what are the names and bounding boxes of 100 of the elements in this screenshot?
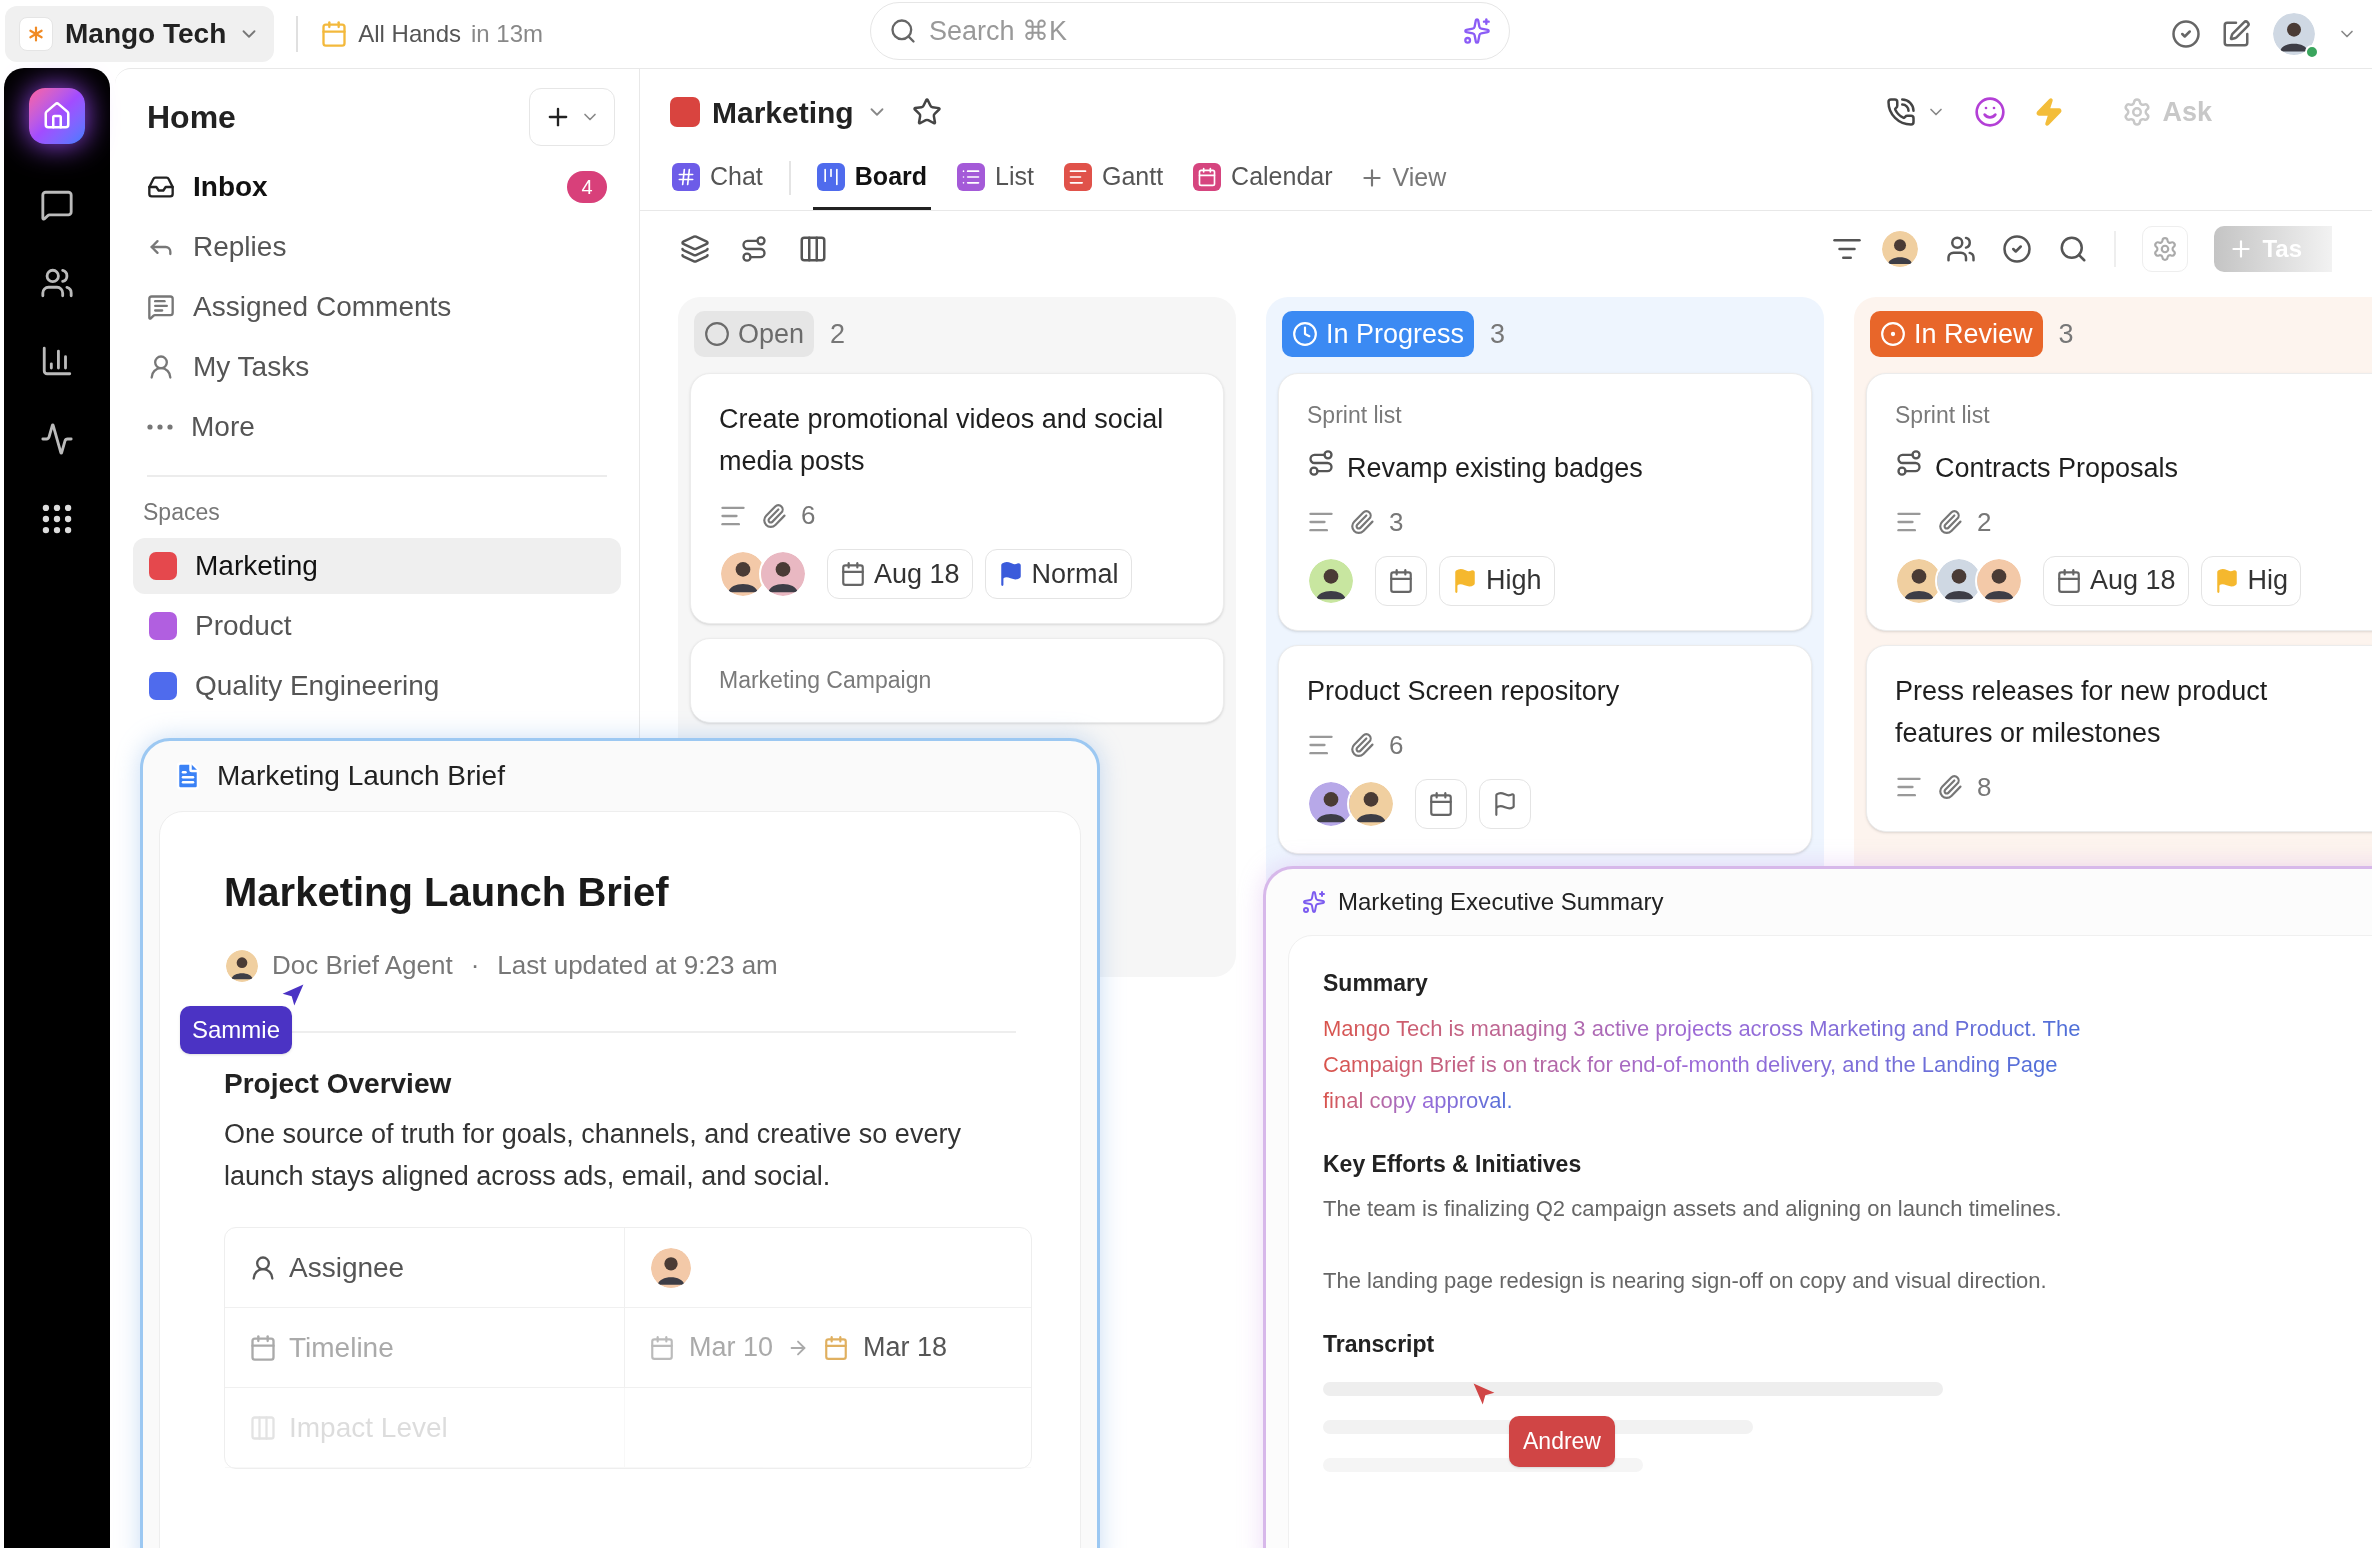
columns-icon[interactable] [798,234,828,264]
space-item[interactable]: Product [133,597,621,654]
space-item[interactable]: Marketing [133,537,621,594]
attachment-count: 6 [1389,728,1404,762]
date-chip[interactable]: Aug 18 [2043,555,2189,606]
add-view-button[interactable]: View [1358,146,1447,210]
attachment-count: 8 [1977,770,1992,804]
event-time: in 13m [471,19,544,49]
subtask-icon [1307,448,1335,477]
priority-chip[interactable] [1479,778,1531,829]
status-icon [1880,321,1906,347]
priority-chip[interactable]: High [1439,555,1555,606]
panel-title: Marketing Launch Brief [217,759,505,793]
task-card[interactable]: Press releases for new product features or milestones 8 [1866,644,2372,832]
calendar-icon [249,1333,277,1362]
date-chip[interactable] [1415,778,1467,829]
people-icon[interactable] [1946,234,1977,264]
search-icon[interactable] [2058,234,2089,264]
gear-icon [2122,97,2153,127]
space-item[interactable]: Quality Engineering [133,657,621,714]
task-card[interactable]: Marketing Campaign [690,638,1224,723]
sidebar-item[interactable]: More [133,397,621,457]
subtask-icon[interactable] [740,235,768,263]
event-title: All Hands [358,19,461,49]
home-icon[interactable] [29,88,85,144]
view-tab[interactable]: Calendar [1189,146,1337,210]
avatar [1975,556,2023,605]
view-tab[interactable]: Gantt [1059,146,1168,210]
sidebar-item[interactable]: Inbox 4 [133,157,621,217]
avatar [1307,556,1355,605]
flag-icon [1492,790,1518,817]
add-task-icon[interactable] [2171,19,2201,49]
status-icon [1292,321,1318,347]
task-title: Press releases for new product features or milestones [1895,674,2269,750]
section-heading: Project Overview [224,1067,453,1101]
search-icon [889,17,917,45]
attachment-count: 2 [1977,505,1992,539]
workspace-logo [19,17,53,51]
priority-chip[interactable]: Hig [2200,555,2302,606]
summary-paragraph: The landing page redesign is nearing sign-off on copy and visual direction. [1323,1267,2048,1295]
task-title: Revamp existing badges [1347,451,1643,485]
priority-chip[interactable]: Normal [984,549,1132,599]
list-name: Sprint list [1307,401,1403,430]
nav-icon [147,424,173,430]
end-date: Mar 18 [863,1331,948,1365]
calendar-icon [320,20,349,48]
column-count: 2 [830,317,846,351]
paperclip-icon [761,502,787,529]
doc-title: Marketing Launch Brief [224,869,670,916]
chat-icon[interactable] [40,188,74,222]
view-tab[interactable]: Chat [668,146,767,210]
status-pill[interactable]: Open [694,311,815,357]
ai-face-icon[interactable] [1974,96,2007,128]
task-card[interactable]: Sprint list Revamp existing badges 3 High [1278,373,1812,631]
phone-icon[interactable] [1886,97,1917,127]
nav-icon [147,293,175,321]
separator-dot: · [470,949,480,982]
list-name: Sprint list [1895,401,1991,430]
view-tab[interactable]: List [953,146,1038,210]
edit-icon[interactable] [2221,19,2251,49]
chart-icon[interactable] [40,344,74,378]
view-tab[interactable]: Board [812,146,932,210]
cursor-pointer-icon [1471,1381,1497,1407]
check-icon[interactable] [2002,234,2033,264]
task-card[interactable]: Create promotional videos and social media posts 6 Aug 18 Normal [690,373,1224,624]
sidebar-item[interactable]: Replies [133,217,621,277]
sparkle-icon[interactable] [1463,17,1491,45]
workspace-switcher[interactable]: Mango Tech [5,6,275,62]
star-icon[interactable] [911,97,942,127]
list-name: Marketing Campaign [719,666,933,695]
status-icon [704,321,730,347]
task-card[interactable]: Product Screen repository 6 [1278,644,1812,854]
sidebar-item[interactable]: Assigned Comments [133,277,621,337]
event-reminder[interactable]: All Hands in 13m [320,16,544,52]
column-count: 3 [1490,317,1506,351]
sidebar-item[interactable]: My Tasks [133,337,621,397]
task-title: Create promotional videos and social media posts [719,403,1165,478]
task-card[interactable]: Sprint list Contracts Proposals 2 Aug 18 Hig [1866,373,2372,631]
doc-author: Doc Brief Agent [272,949,453,982]
property-label: Assignee [289,1250,405,1285]
section-heading: Key Efforts & Initiatives [1323,1149,1583,1179]
attachment-count: 3 [1389,505,1404,539]
date-chip[interactable] [1375,555,1427,606]
paperclip-icon [1349,509,1375,535]
people-icon[interactable] [40,266,74,300]
avatar [2271,11,2317,57]
pulse-icon[interactable] [40,422,74,456]
date-chip[interactable]: Aug 18 [827,549,973,599]
calendar-icon [840,561,866,587]
cursor-label: Sammie [180,1006,293,1054]
space-title[interactable]: Marketing [670,89,888,135]
avatar [1880,229,1921,269]
gear-icon [2152,236,2179,262]
layers-icon[interactable] [680,234,710,264]
cursor-label: Andrew [1509,1416,1615,1467]
calendar-icon [823,1334,850,1361]
doc-updated: Last updated at 9:23 am [497,949,778,982]
start-date: Mar 10 [689,1331,774,1365]
search-field[interactable]: Search ⌘K [929,10,1451,52]
count-badge: 4 [567,171,607,203]
